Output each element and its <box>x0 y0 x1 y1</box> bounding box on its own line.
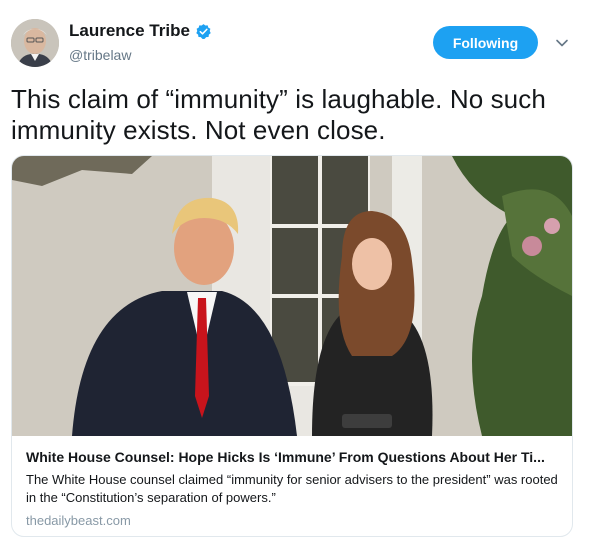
author-name[interactable]: Laurence Tribe <box>69 21 212 41</box>
card-description: The White House counsel claimed “immunit… <box>26 472 558 505</box>
card-title[interactable]: White House Counsel: Hope Hicks Is ‘Immu… <box>26 448 561 466</box>
verified-badge-icon <box>196 23 211 39</box>
author-handle[interactable]: @tribelaw <box>69 47 131 63</box>
following-button[interactable]: Following <box>433 26 538 59</box>
author-name-text[interactable]: Laurence Tribe <box>69 21 190 41</box>
card-image <box>12 156 572 436</box>
tweet-text: This claim of “immunity” is laughable. N… <box>11 84 546 145</box>
link-card[interactable]: White House Counsel: Hope Hicks Is ‘Immu… <box>11 155 573 537</box>
avatar[interactable] <box>11 19 59 67</box>
avatar-photo <box>11 19 59 67</box>
card-body[interactable]: White House Counsel: Hope Hicks Is ‘Immu… <box>26 448 561 528</box>
card-domain[interactable]: thedailybeast.com <box>26 513 561 528</box>
chevron-down-icon[interactable] <box>554 35 570 51</box>
